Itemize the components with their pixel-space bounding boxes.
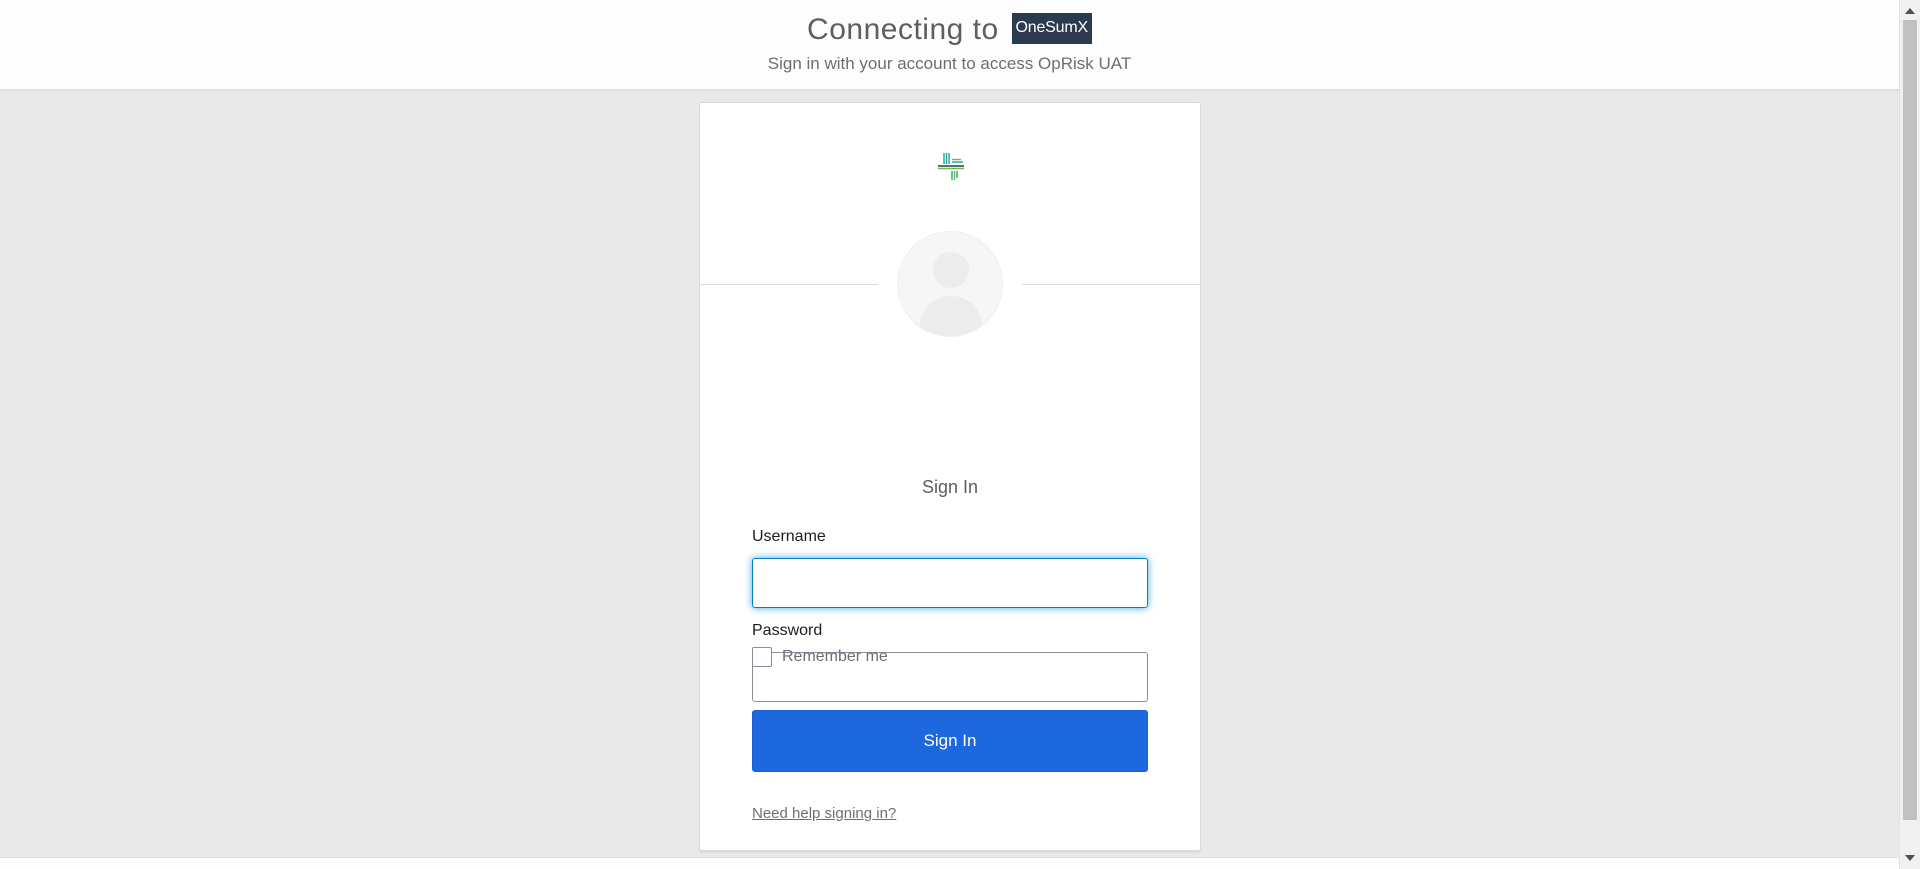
remember-me-label[interactable]: Remember me bbox=[782, 648, 888, 666]
org-logo-icon bbox=[938, 153, 964, 180]
scroll-up-icon[interactable] bbox=[1900, 2, 1920, 20]
username-field[interactable] bbox=[752, 558, 1148, 608]
password-label: Password bbox=[752, 622, 823, 639]
scrollbar-thumb[interactable] bbox=[1903, 20, 1917, 820]
brand-logo: OneSumX bbox=[1011, 12, 1092, 44]
banner-subtitle: Sign in with your account to access OpRi… bbox=[767, 54, 1132, 73]
connecting-text: Connecting to bbox=[807, 13, 999, 47]
vertical-scrollbar[interactable] bbox=[1899, 0, 1920, 869]
signin-card: Sign In Username Password Remember me Si… bbox=[699, 102, 1201, 851]
avatar-container bbox=[878, 229, 1022, 341]
banner-title: Connecting to OneSumX bbox=[0, 12, 1899, 47]
remember-me[interactable]: Remember me bbox=[752, 647, 888, 667]
form-title: Sign In bbox=[921, 477, 979, 497]
page-footer-strip bbox=[0, 857, 1899, 869]
connecting-banner: Connecting to OneSumX Sign in with your … bbox=[0, 0, 1899, 90]
help-signing-in-link[interactable]: Need help signing in? bbox=[752, 805, 896, 822]
scroll-down-icon[interactable] bbox=[1900, 849, 1920, 867]
username-label: Username bbox=[752, 528, 826, 545]
sign-in-button[interactable]: Sign In bbox=[752, 710, 1148, 772]
remember-me-checkbox[interactable] bbox=[752, 647, 772, 667]
user-avatar-icon bbox=[897, 231, 1003, 337]
